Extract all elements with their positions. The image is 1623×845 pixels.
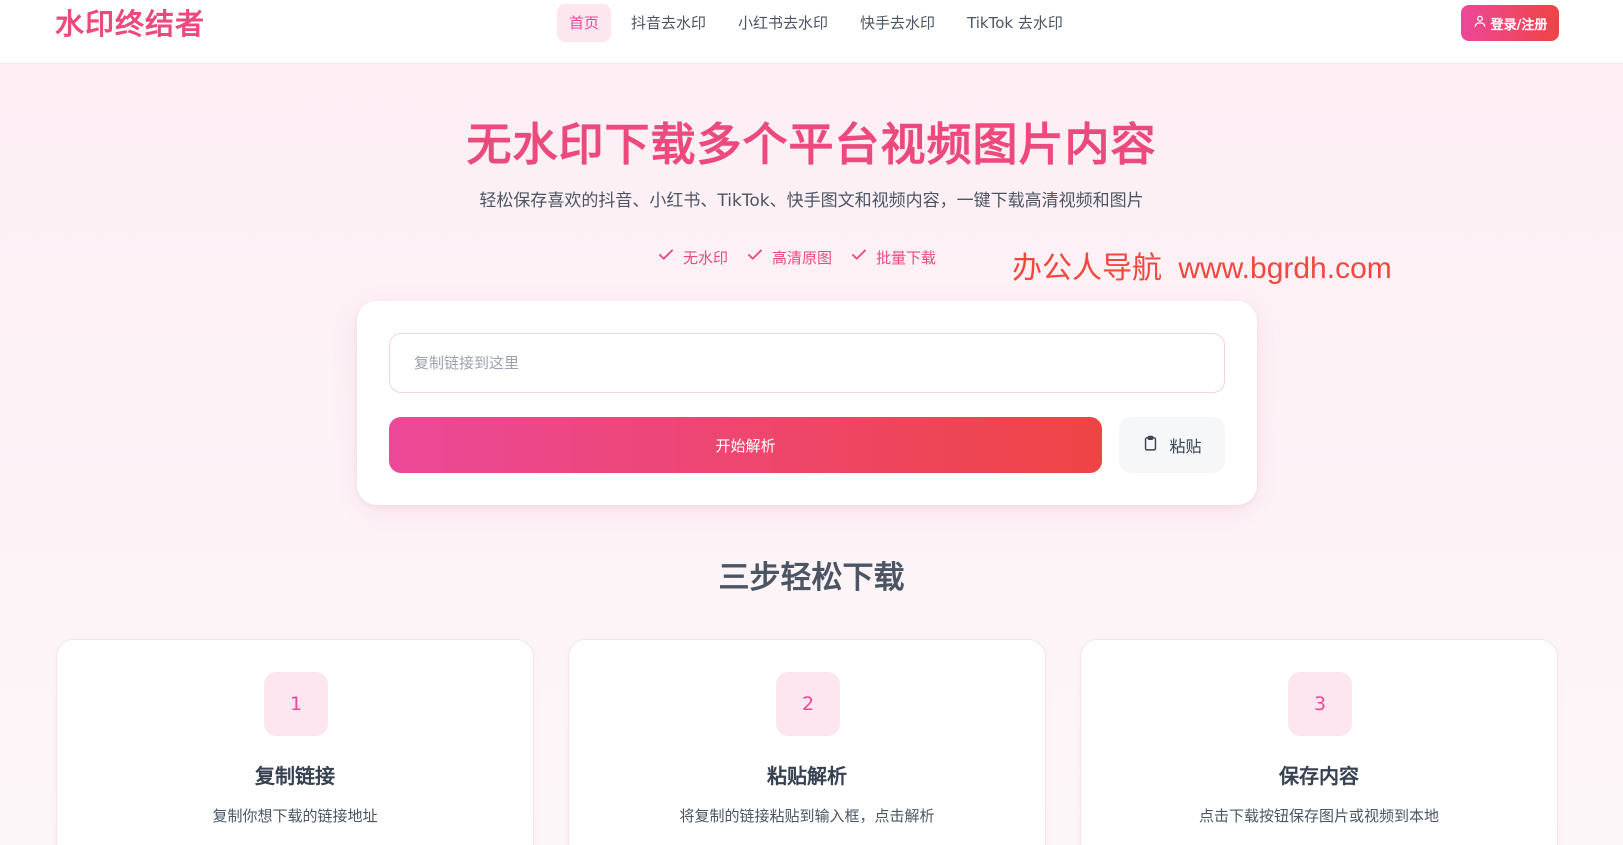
step-number-badge: 3 [1288,672,1352,736]
navbar: 水印终结者 首页 抖音去水印 小红书去水印 快手去水印 TikTok 去水印 登… [0,0,1623,64]
step-description: 点击下载按钮保存图片或视频到本地 [1198,807,1439,825]
check-icon [657,246,675,268]
feature-item: 高清原图 [746,245,832,269]
feature-label: 无水印 [683,248,729,267]
check-icon [850,246,868,268]
step-number-badge: 2 [776,672,840,736]
hero-subtitle: 轻松保存喜欢的抖音、小红书、TikTok、快手图文和视频内容，一键下载高清视频和… [479,191,1144,211]
login-register-button[interactable]: 登录/注册 [1461,5,1559,41]
hero-title: 无水印下载多个平台视频图片内容 [466,118,1157,171]
step-description: 将复制的链接粘贴到输入框，点击解析 [679,807,935,825]
nav-links: 首页 抖音去水印 小红书去水印 快手去水印 TikTok 去水印 [557,4,1083,42]
step-title: 保存内容 [1279,764,1359,788]
parser-card: 开始解析 粘贴 [357,301,1257,505]
nav-link-kuaishou[interactable]: 快手去水印 [848,4,947,42]
nav-link-douyin[interactable]: 抖音去水印 [619,4,718,42]
step-title: 粘贴解析 [767,764,847,788]
step-card: 1 复制链接 复制你想下载的链接地址 [56,639,534,845]
paste-button[interactable]: 粘贴 [1119,417,1225,473]
clipboard-icon [1142,435,1159,456]
step-card: 2 粘贴解析 将复制的链接粘贴到输入框，点击解析 [568,639,1046,845]
feature-list: 无水印 高清原图 批量下载 [657,245,936,269]
url-input[interactable] [389,333,1225,393]
login-register-label: 登录/注册 [1490,17,1548,33]
nav-link-home[interactable]: 首页 [557,4,612,42]
feature-item: 批量下载 [850,245,936,269]
nav-link-tiktok[interactable]: TikTok 去水印 [955,4,1075,42]
step-title: 复制链接 [255,764,335,788]
step-description: 复制你想下载的链接地址 [212,807,378,825]
steps-section-title: 三步轻松下载 [718,560,905,596]
user-icon [1473,14,1487,32]
feature-label: 高清原图 [772,248,833,267]
parse-button[interactable]: 开始解析 [389,417,1102,473]
nav-link-xiaohongshu[interactable]: 小红书去水印 [726,4,840,42]
step-card: 3 保存内容 点击下载按钮保存图片或视频到本地 [1080,639,1558,845]
site-logo[interactable]: 水印终结者 [55,4,205,44]
feature-label: 批量下载 [876,248,937,267]
watermark-overlay: 办公人导航 www.bgrdh.com [1012,252,1392,285]
check-icon [746,246,764,268]
feature-item: 无水印 [657,245,728,269]
paste-label: 粘贴 [1169,437,1202,456]
step-number-badge: 1 [264,672,328,736]
